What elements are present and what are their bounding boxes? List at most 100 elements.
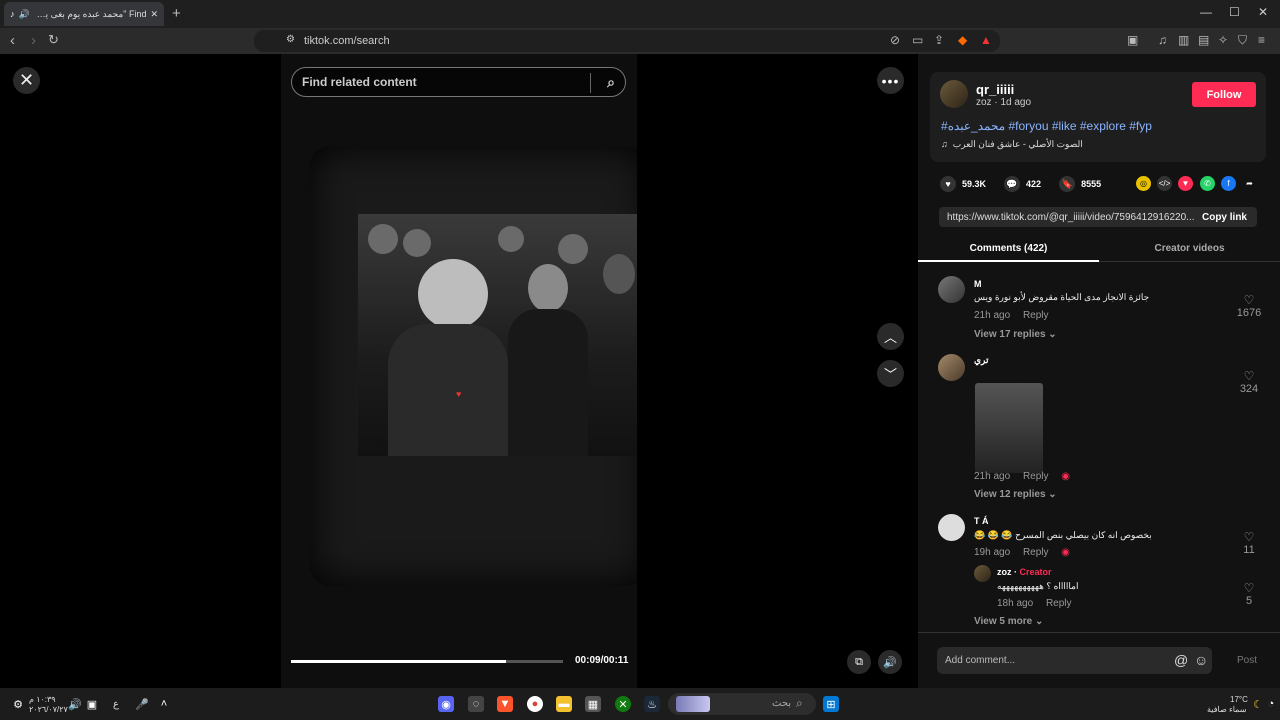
comment-author[interactable]: M	[974, 279, 982, 289]
save-icon[interactable]: 🔖	[1059, 176, 1076, 192]
brave-rewards-icon[interactable]: ▲	[980, 33, 992, 47]
post-button[interactable]: Post	[1237, 655, 1257, 666]
comment-input[interactable]: Add comment... @ ☺	[937, 647, 1212, 674]
site-info-icon[interactable]: ⚙	[286, 34, 295, 45]
heart-outline-icon[interactable]: ♡	[1234, 581, 1264, 595]
chrome-icon[interactable]: ●	[527, 696, 543, 712]
sound-link[interactable]: ♫ الصوت الأصلي - عاشق فنان العرب	[941, 139, 1083, 150]
comment-like[interactable]: ♡ 11	[1234, 530, 1264, 556]
mention-icon[interactable]: @	[1174, 652, 1188, 668]
windows-start-icon[interactable]: ⊞	[823, 696, 839, 712]
view-replies-button[interactable]: View 17 replies ⌄	[974, 329, 1057, 340]
store-icon[interactable]: ▦	[585, 696, 601, 712]
forward-icon[interactable]: ›	[31, 32, 36, 49]
discord-icon[interactable]: ◉	[438, 696, 454, 712]
reader-icon[interactable]: ▥	[1178, 33, 1189, 47]
wallet-icon[interactable]: ▤	[1198, 33, 1209, 47]
sidebar-toggle-icon[interactable]: ▣	[1127, 33, 1138, 47]
steam-icon[interactable]: ♨	[644, 696, 660, 712]
view-replies-button[interactable]: View 12 replies ⌄	[974, 489, 1057, 500]
reply-button[interactable]: Reply	[1023, 310, 1049, 321]
heart-outline-icon[interactable]: ♡	[1234, 530, 1264, 544]
brave-shields-icon[interactable]: ◆	[958, 33, 967, 47]
send-icon[interactable]: ▼	[1178, 176, 1193, 191]
tray-expand-icon[interactable]: ˄	[156, 696, 172, 712]
close-video-button[interactable]: ✕	[13, 67, 40, 94]
comment-author[interactable]: T Á	[974, 516, 989, 526]
comment-avatar[interactable]	[938, 514, 965, 541]
comment-like[interactable]: ♡ 1676	[1234, 293, 1264, 319]
reply-avatar[interactable]	[974, 565, 991, 582]
search-icon[interactable]: ⌕	[607, 74, 615, 91]
reply-like[interactable]: ♡ 5	[1234, 581, 1264, 607]
microphone-icon[interactable]: 🎤	[134, 696, 150, 712]
search-input[interactable]: Find related content ⌕	[291, 67, 626, 97]
previous-video-button[interactable]: ︿	[877, 323, 904, 350]
pip-button[interactable]: ⧉	[847, 650, 871, 674]
comment-image[interactable]	[975, 383, 1043, 473]
gift-icon[interactable]: ◎	[1136, 176, 1151, 191]
reply-button[interactable]: Reply	[1046, 598, 1072, 609]
copy-link-button[interactable]: Copy link	[1202, 212, 1247, 223]
volume-button[interactable]: 🔊	[878, 650, 902, 674]
media-icon[interactable]: ♫	[1158, 33, 1167, 47]
reply-button[interactable]: Reply	[1023, 547, 1049, 558]
video-player[interactable]: ♥	[281, 54, 637, 688]
reply-button[interactable]: Reply	[1023, 471, 1049, 482]
emoji-icon[interactable]: ☺	[1194, 652, 1208, 668]
browser-tab[interactable]: ♪ 🔊 Find "محمد عبده يوم بغى يصلي ✕	[4, 2, 164, 26]
embed-icon[interactable]: </>	[1157, 176, 1172, 191]
follow-button[interactable]: Follow	[1192, 82, 1256, 107]
weather-icon[interactable]: ⚙	[10, 696, 26, 712]
share-page-icon[interactable]: ⇪	[934, 33, 944, 47]
address-bar[interactable]: ⚙ tiktok.com/search	[254, 30, 1000, 52]
author-username[interactable]: qr_iiiii	[976, 82, 1014, 97]
language-indicator[interactable]: ع	[113, 699, 119, 710]
author-avatar[interactable]	[940, 80, 968, 108]
maximize-button[interactable]: ☐	[1229, 5, 1240, 19]
sound-icon[interactable]: 🔊	[19, 9, 30, 20]
tab-creator-videos[interactable]: Creator videos	[1099, 243, 1280, 254]
more-options-button[interactable]: •••	[877, 67, 904, 94]
reload-icon[interactable]: ↻	[48, 32, 59, 48]
comments-list[interactable]: M جائزة الانجاز مدى الحياة مقروض لأبو نو…	[918, 263, 1280, 633]
clock-time[interactable]: ١٠:٣٩ م	[29, 695, 56, 704]
minimize-button[interactable]: —	[1200, 5, 1212, 19]
share-arrow-icon[interactable]: ➦	[1242, 176, 1257, 191]
translate-icon[interactable]: ⊘	[890, 33, 900, 47]
heart-outline-icon[interactable]: ♡	[1234, 369, 1264, 383]
comment-avatar[interactable]	[938, 276, 965, 303]
view-more-button[interactable]: View 5 more ⌄	[974, 616, 1043, 627]
video-progress-bar[interactable]	[291, 660, 563, 663]
window-close-button[interactable]: ✕	[1258, 5, 1268, 19]
whatsapp-icon[interactable]: ✆	[1200, 176, 1215, 191]
comment-like[interactable]: ♡ 324	[1234, 369, 1264, 395]
menu-icon[interactable]: ≡	[1258, 33, 1265, 47]
reply-author[interactable]: zoz · Creator	[997, 567, 1052, 577]
creator-liked-icon: ◉	[1061, 547, 1071, 558]
cast-icon[interactable]: ▭	[912, 33, 923, 47]
network-icon[interactable]: ▣	[84, 696, 100, 712]
leo-ai-icon[interactable]: ✧	[1218, 33, 1228, 47]
like-icon[interactable]: ♥	[940, 176, 956, 192]
comment-author[interactable]: تري	[974, 355, 989, 366]
new-tab-button[interactable]: +	[172, 5, 181, 22]
facebook-icon[interactable]: f	[1221, 176, 1236, 191]
comment-icon[interactable]: 💬	[1004, 176, 1021, 192]
file-explorer-icon[interactable]: ▬	[556, 696, 572, 712]
hashtags[interactable]: #محمد_عبده #foryou #like #explore #fyp	[941, 119, 1152, 133]
tab-close-icon[interactable]: ✕	[150, 9, 158, 20]
back-icon[interactable]: ‹	[10, 32, 15, 49]
notification-icon[interactable]: ◔	[1263, 696, 1279, 712]
xbox-icon[interactable]: ✕	[615, 696, 631, 712]
brave-icon[interactable]: ▼	[497, 696, 513, 712]
speaker-icon[interactable]: 🔊	[67, 696, 83, 712]
vpn-icon[interactable]: ⛉	[1238, 33, 1247, 48]
comment-avatar[interactable]	[938, 354, 965, 381]
heart-outline-icon[interactable]: ♡	[1234, 293, 1264, 307]
tab-comments[interactable]: Comments (422)	[918, 243, 1099, 254]
clock-date[interactable]: ٢٠٢٦/٠٧/٢٧	[29, 705, 68, 714]
app-icon[interactable]: ◌	[468, 696, 484, 712]
taskbar-search[interactable]: بحث ⌕	[668, 693, 816, 715]
next-video-button[interactable]: ﹀	[877, 360, 904, 387]
